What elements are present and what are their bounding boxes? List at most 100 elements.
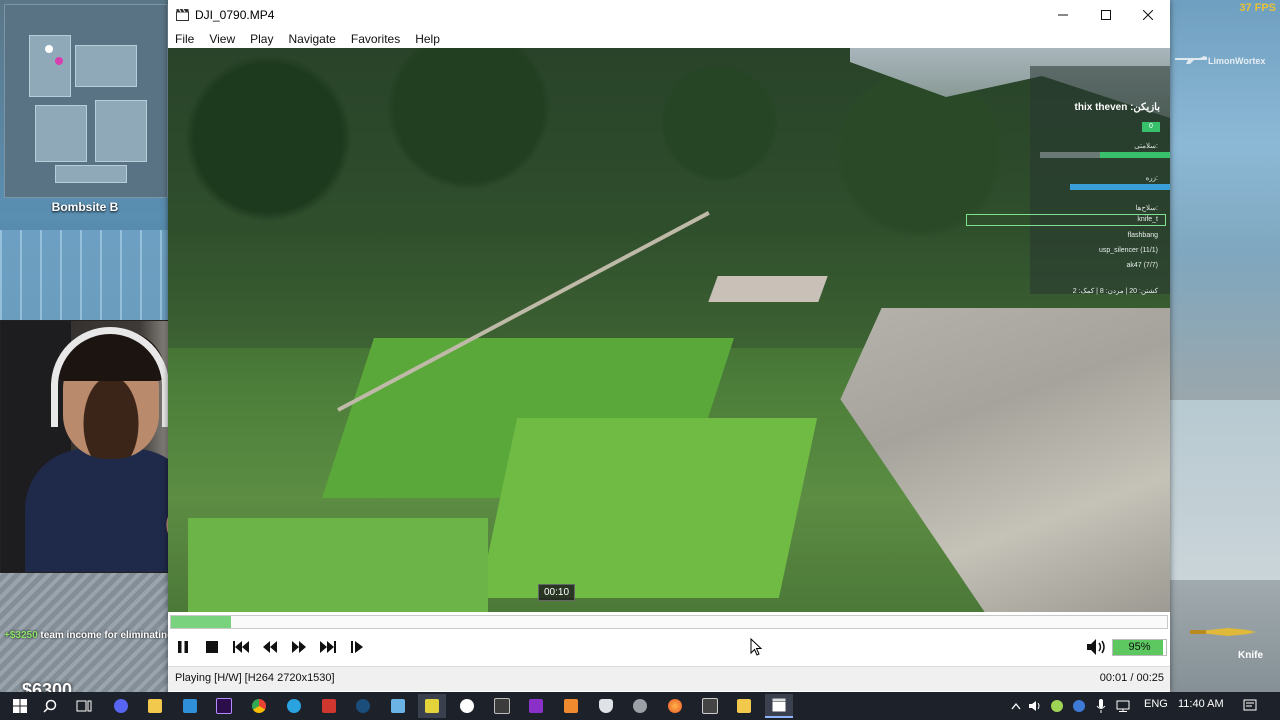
search-button[interactable] [36,694,64,718]
taskbar-telegram[interactable] [280,694,308,718]
taskbar-terminal[interactable] [488,694,516,718]
volume-slider[interactable]: 95% [1112,639,1167,656]
start-button[interactable] [6,694,34,718]
notifications-button[interactable] [1236,694,1264,718]
menu-bar: File View Play Navigate Favorites Help [168,30,1170,48]
calculator-icon [702,698,718,714]
windows-taskbar: ENG 11:40 AM [0,692,1280,720]
shield-icon [599,699,613,713]
taskbar-shield[interactable] [592,694,620,718]
mouse-cursor-icon [750,638,762,656]
window-title: DJI_0790.MP4 [195,8,275,22]
chrome-icon [252,699,266,713]
language-indicator[interactable]: ENG [1144,698,1168,710]
chevron-up-icon [1011,702,1021,710]
stop-icon [206,641,218,653]
overlay-weapon-item: ak47 (7/7) [1126,262,1158,269]
taskbar-firefox[interactable] [661,694,689,718]
app-icon [1073,700,1085,712]
obs-icon [460,699,474,713]
frame-step-icon [351,641,363,653]
maximize-button[interactable] [1084,0,1128,30]
taskbar-discord[interactable] [107,694,135,718]
tray-network[interactable] [1112,694,1134,718]
overlay-weapon-item: flashbang [1127,232,1158,239]
seek-bar-progress [171,616,231,628]
previous-button[interactable] [231,638,251,656]
taskbar-app-red[interactable] [315,694,343,718]
taskbar-app-yellow[interactable] [418,694,446,718]
skip-previous-icon [233,641,249,653]
microphone-icon [1096,699,1106,713]
rider-icon [529,699,543,713]
taskbar-calculator[interactable] [696,694,724,718]
clock[interactable]: 11:40 AM [1178,698,1224,710]
income-text: team income for eliminating [37,630,174,641]
bombsite-label: Bombsite B [51,200,119,214]
overlay-weapon-item: knife_t [1137,216,1158,223]
taskbar-app-blue[interactable] [384,694,412,718]
steam-icon [356,699,370,713]
minimize-button[interactable] [1041,0,1085,30]
game-player-overlay: thix theven :بازیکن 0 سلامتی: زره: سلاح‌… [966,66,1170,295]
title-bar[interactable]: DJI_0790.MP4 [168,0,1170,30]
taskbar-app-notes[interactable] [730,694,758,718]
tray-app-blue[interactable] [1068,694,1090,718]
premiere-icon [216,698,232,714]
taskbar-file-explorer[interactable] [141,694,169,718]
seek-bar[interactable] [170,615,1168,629]
firefox-icon [668,699,682,713]
close-icon [1143,10,1153,20]
video-frame[interactable]: thix theven :بازیکن 0 سلامتی: زره: سلاح‌… [168,48,1170,612]
app-clapper-icon [176,8,189,21]
close-button[interactable] [1126,0,1170,30]
app-icon [564,699,578,713]
menu-play[interactable]: Play [243,30,281,48]
tray-microphone[interactable] [1090,694,1112,718]
app-icon [425,699,439,713]
menu-view[interactable]: View [202,30,243,48]
app-icon [391,699,405,713]
playback-status: Playing [H/W] [H264 2720x1530] [175,672,335,684]
taskbar-app-orange[interactable] [557,694,585,718]
menu-help[interactable]: Help [408,30,448,48]
overlay-health-label: سلامتی: [1134,143,1158,150]
taskbar-media-player[interactable] [765,694,793,718]
taskbar-obs[interactable] [453,694,481,718]
menu-navigate[interactable]: Navigate [281,30,343,48]
game-wall-texture [0,230,170,330]
knife-label: Knife [1238,650,1263,661]
next-button[interactable] [318,638,338,656]
taskbar-chrome[interactable] [245,694,273,718]
frame-step-button[interactable] [347,638,367,656]
menu-favorites[interactable]: Favorites [344,30,408,48]
telegram-icon [287,699,301,713]
overlay-weapon-item: usp_silencer (11/1) [1098,247,1158,254]
media-player-icon [772,698,786,712]
menu-file[interactable]: File [168,30,202,48]
tray-volume[interactable] [1024,694,1046,718]
volume-icon[interactable] [1086,638,1108,656]
minimap-teammate-icon [55,57,63,65]
selected-weapon-highlight [966,214,1166,226]
team-income-notice: +$3250 team income for eliminating [4,630,173,641]
taskbar-vscode[interactable] [176,694,204,718]
fast-forward-icon [292,641,306,653]
pause-icon [178,641,188,653]
stop-button[interactable] [202,638,222,656]
taskbar-app-gray[interactable] [626,694,654,718]
taskbar-rider[interactable] [522,694,550,718]
fast-forward-button[interactable] [289,638,309,656]
taskbar-premiere[interactable] [210,694,238,718]
folder-icon [148,699,162,713]
discord-icon [114,699,128,713]
taskbar-steam[interactable] [349,694,377,718]
pause-button[interactable] [173,638,193,656]
task-view-button[interactable] [70,694,98,718]
tray-app-green[interactable] [1046,694,1068,718]
app-icon [633,699,647,713]
rewind-button[interactable] [260,638,280,656]
game-background-right [1170,0,1280,720]
armor-bar-fill [1070,184,1170,190]
speaker-icon [1029,701,1040,711]
